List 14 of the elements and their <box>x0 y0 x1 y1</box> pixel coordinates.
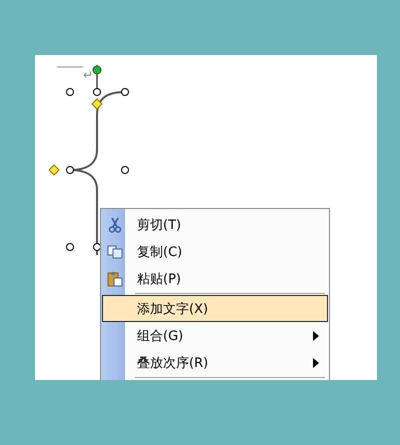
menu-item[interactable]: 叠放次序(R) <box>102 349 328 376</box>
menu-item[interactable]: 粘贴(P) <box>102 265 328 292</box>
clipboard-icon <box>107 270 123 286</box>
menu-item[interactable]: 复制(C) <box>102 238 328 265</box>
submenu-arrow-icon <box>313 331 319 341</box>
copy-icon <box>107 244 123 258</box>
margin-mark <box>57 66 83 68</box>
menu-item[interactable]: 组合(G) <box>102 322 328 349</box>
menu-item[interactable]: 剪切(T) <box>102 211 328 238</box>
scissors-icon <box>108 216 122 232</box>
selection-handles-drawing <box>65 208 100 255</box>
paragraph-mark: ↵ <box>83 69 94 81</box>
menu-item[interactable]: 添加文字(X) <box>102 295 328 322</box>
submenu-arrow-icon <box>313 358 319 368</box>
